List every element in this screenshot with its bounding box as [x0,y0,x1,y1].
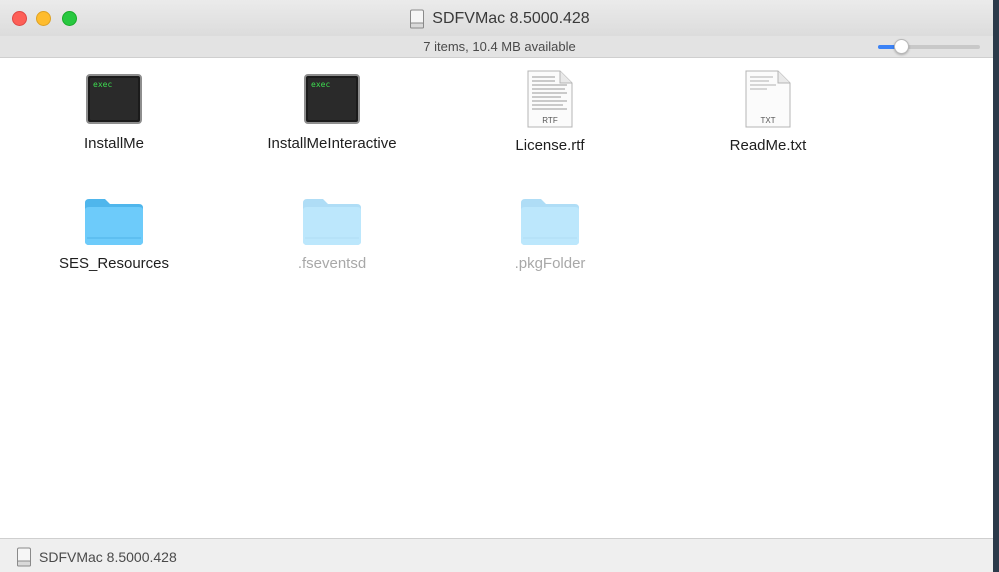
file-name: License.rtf [515,137,585,154]
folder-icon [85,199,143,245]
file-grid[interactable]: exec InstallMe exec InstallMeInteractive [0,59,999,537]
rtf-document-icon: RTF [527,70,573,128]
title-bar[interactable]: SDFVMac 8.5000.428 [0,0,999,36]
txt-document-icon: TXT [745,70,791,128]
file-item-readme-txt[interactable]: TXT ReadMe.txt [668,69,868,154]
file-name: .pkgFolder [514,255,586,272]
slider-knob[interactable] [894,39,909,54]
window-title: SDFVMac 8.5000.428 [432,10,590,27]
file-item-pkgfolder[interactable]: .pkgFolder [450,195,650,272]
file-name: ReadMe.txt [729,137,807,154]
rtf-label: RTF [542,116,558,125]
file-name: .fseventsd [297,255,367,272]
path-item[interactable]: SDFVMac 8.5000.428 [16,547,177,567]
file-item-installmeinteractive[interactable]: exec InstallMeInteractive [232,73,432,152]
window-title-group: SDFVMac 8.5000.428 [0,8,999,30]
folder-icon [303,199,361,245]
path-text: SDFVMac 8.5000.428 [39,549,177,565]
path-bar: SDFVMac 8.5000.428 [0,538,999,572]
exec-label: exec [311,80,330,89]
terminal-exec-icon: exec [86,74,142,124]
status-bar: 7 items, 10.4 MB available [0,36,999,58]
file-name: SES_Resources [58,255,170,272]
file-item-installme[interactable]: exec InstallMe [14,73,214,152]
desktop-edge [993,0,999,572]
file-item-ses-resources[interactable]: SES_Resources [14,195,214,272]
file-item-fseventsd[interactable]: .fseventsd [232,195,432,272]
file-name: InstallMeInteractive [267,135,397,152]
txt-label: TXT [760,116,775,125]
status-text: 7 items, 10.4 MB available [423,39,576,54]
icon-size-slider[interactable] [878,39,980,54]
exec-label: exec [93,80,112,89]
finder-window: SDFVMac 8.5000.428 7 items, 10.4 MB avai… [0,0,999,572]
disk-icon [410,9,425,29]
file-item-license-rtf[interactable]: RTF License.rtf [450,69,650,154]
disk-icon [17,547,31,567]
file-name: InstallMe [83,135,145,152]
folder-icon [521,199,579,245]
terminal-exec-icon: exec [304,74,360,124]
